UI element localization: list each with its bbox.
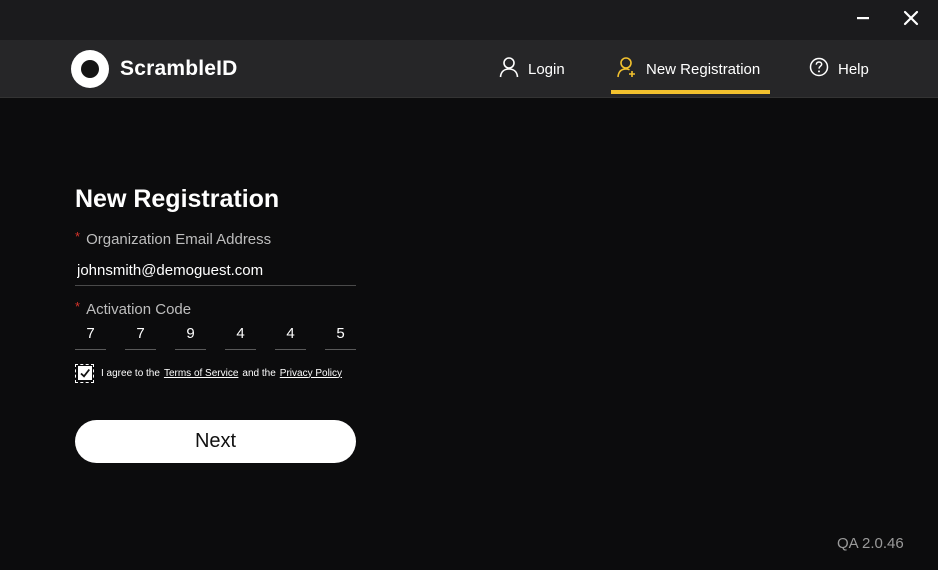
agree-prefix-text: I agree to the: [101, 367, 160, 379]
close-icon: [903, 10, 919, 31]
tab-login[interactable]: Login: [499, 40, 565, 98]
brand-name: ScrambleID: [120, 57, 238, 80]
page-title: New Registration: [75, 185, 280, 213]
email-label-text: Organization Email Address: [86, 231, 272, 248]
checkmark-icon: [77, 366, 92, 380]
activation-code-digit-6[interactable]: 5: [325, 322, 356, 350]
privacy-policy-link[interactable]: Privacy Policy: [280, 368, 342, 379]
terms-agreement: I agree to the Terms of Service and the …: [75, 363, 346, 383]
title-bar: [0, 0, 938, 40]
tab-login-label: Login: [528, 60, 565, 78]
agree-checkbox[interactable]: [75, 363, 94, 383]
activation-code-digit-1[interactable]: 7: [75, 322, 106, 350]
help-icon: [809, 57, 838, 81]
nav-bar: ScrambleID Login New Registration Help: [0, 40, 938, 98]
terms-of-service-link[interactable]: Terms of Service: [164, 368, 238, 379]
activation-code-digit-2[interactable]: 7: [125, 322, 156, 350]
email-label: * Organization Email Address: [75, 229, 272, 248]
activation-code-label: * Activation Code: [75, 299, 192, 318]
minimize-icon: [856, 11, 870, 30]
tab-help-label: Help: [838, 60, 869, 78]
minimize-button[interactable]: [848, 6, 878, 34]
email-field[interactable]: [75, 256, 356, 286]
add-user-icon: [617, 56, 646, 82]
activation-code-digit-4[interactable]: 4: [225, 322, 256, 350]
required-marker: *: [75, 229, 81, 244]
scrambleid-logo-icon: [71, 50, 109, 88]
brand: ScrambleID: [71, 50, 238, 88]
activation-code-label-text: Activation Code: [86, 301, 192, 318]
tab-new-registration-label: New Registration: [646, 60, 761, 78]
tab-help[interactable]: Help: [809, 40, 869, 98]
user-icon: [499, 56, 528, 82]
activation-code-digit-5[interactable]: 4: [275, 322, 306, 350]
close-button[interactable]: [896, 6, 926, 34]
next-button[interactable]: Next: [75, 420, 356, 463]
active-tab-indicator: [611, 90, 770, 94]
required-marker: *: [75, 299, 81, 314]
activation-code-digit-3[interactable]: 9: [175, 322, 206, 350]
agree-middle-text: and the: [242, 367, 276, 379]
version-label: QA 2.0.46: [837, 535, 904, 552]
